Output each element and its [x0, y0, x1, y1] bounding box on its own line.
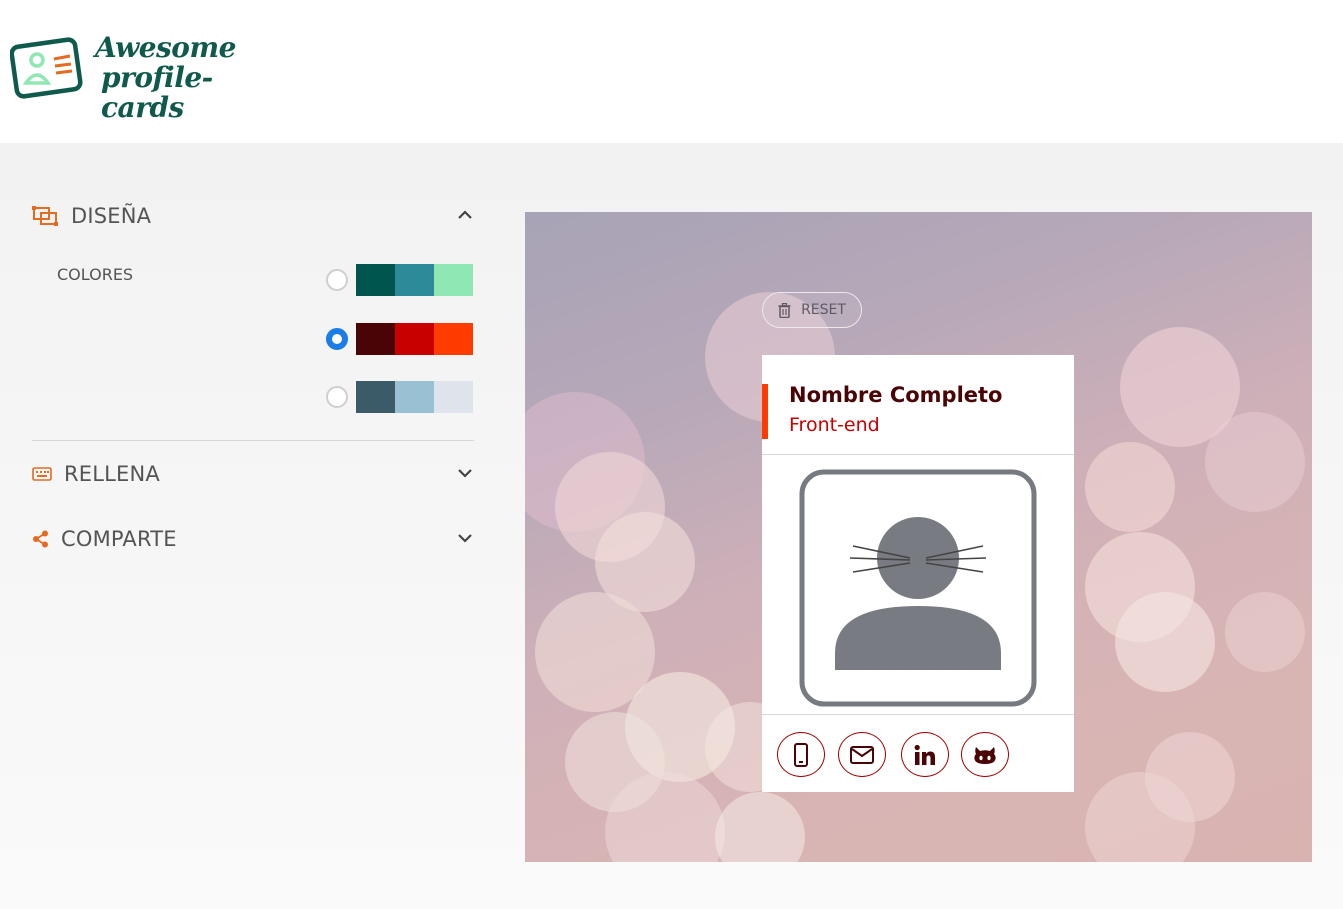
reset-button[interactable]: RESET [762, 292, 862, 328]
background-bokeh [1085, 442, 1175, 532]
swatch [434, 323, 473, 355]
linkedin-icon [914, 744, 935, 765]
swatch [395, 323, 434, 355]
palette-2-radio[interactable] [326, 328, 348, 350]
palette-1-radio[interactable] [326, 269, 348, 291]
section-design-title: DISEÑA [71, 204, 152, 228]
palette-1-swatches[interactable] [356, 264, 473, 296]
swatch [356, 264, 395, 296]
reset-label: RESET [801, 302, 846, 318]
share-icon [32, 528, 58, 550]
github-icon [974, 746, 996, 764]
layout-design-icon [32, 205, 58, 227]
background-bokeh [1115, 592, 1215, 692]
palette-2-swatches[interactable] [356, 323, 473, 355]
card-social-bar [762, 714, 1074, 792]
swatch [356, 323, 395, 355]
chevron-up-icon[interactable] [456, 206, 474, 224]
app-logo[interactable]: Awesome profile-cards [10, 33, 270, 123]
email-icon [850, 745, 874, 764]
card-job: Front-end [789, 414, 880, 436]
section-share-title: COMPARTE [61, 527, 177, 551]
palette-3-radio[interactable] [326, 386, 348, 408]
phone-icon [794, 742, 808, 767]
chevron-down-icon[interactable] [456, 529, 474, 547]
background-bokeh [1225, 592, 1305, 672]
avatar-placeholder-icon [799, 469, 1037, 707]
section-fill-header[interactable]: RELLENA [32, 454, 474, 494]
colors-label: COLORES [57, 265, 134, 284]
palette-3-swatches[interactable] [356, 381, 473, 413]
email-button[interactable] [838, 732, 886, 777]
chevron-down-icon[interactable] [456, 464, 474, 482]
background-bokeh [715, 792, 805, 862]
profile-card-logo-icon [10, 37, 83, 99]
logo-line-2: profile-cards [101, 61, 213, 124]
github-button[interactable] [961, 732, 1009, 777]
background-bokeh [1205, 412, 1305, 512]
palette-option-3[interactable] [326, 381, 474, 413]
phone-button[interactable] [777, 732, 825, 777]
card-preview-area: RESET Nombre Completo Front-end [525, 212, 1312, 862]
palette-option-2[interactable] [326, 323, 474, 355]
swatch [356, 381, 395, 413]
section-divider [32, 440, 474, 441]
section-share-header[interactable]: COMPARTE [32, 519, 474, 559]
main-area: DISEÑA COLORES RELLENA COMPARTE RESET No… [0, 143, 1343, 909]
linkedin-button[interactable] [901, 732, 949, 777]
section-fill-title: RELLENA [64, 462, 161, 486]
swatch [395, 381, 434, 413]
palette-option-1[interactable] [326, 264, 474, 296]
keyboard-icon [32, 463, 58, 485]
logo-line-1: Awesome [95, 31, 236, 64]
profile-card: Nombre Completo Front-end [762, 355, 1074, 792]
swatch [395, 264, 434, 296]
trash-icon [778, 302, 791, 318]
swatch [434, 381, 473, 413]
card-header: Nombre Completo Front-end [762, 355, 1074, 455]
swatch [434, 264, 473, 296]
app-header: Awesome profile-cards [0, 0, 1343, 143]
card-accent-bar [762, 384, 768, 439]
card-name: Nombre Completo [789, 383, 1003, 407]
section-design-header[interactable]: DISEÑA [32, 196, 474, 236]
logo-text: Awesome profile-cards [95, 33, 285, 123]
